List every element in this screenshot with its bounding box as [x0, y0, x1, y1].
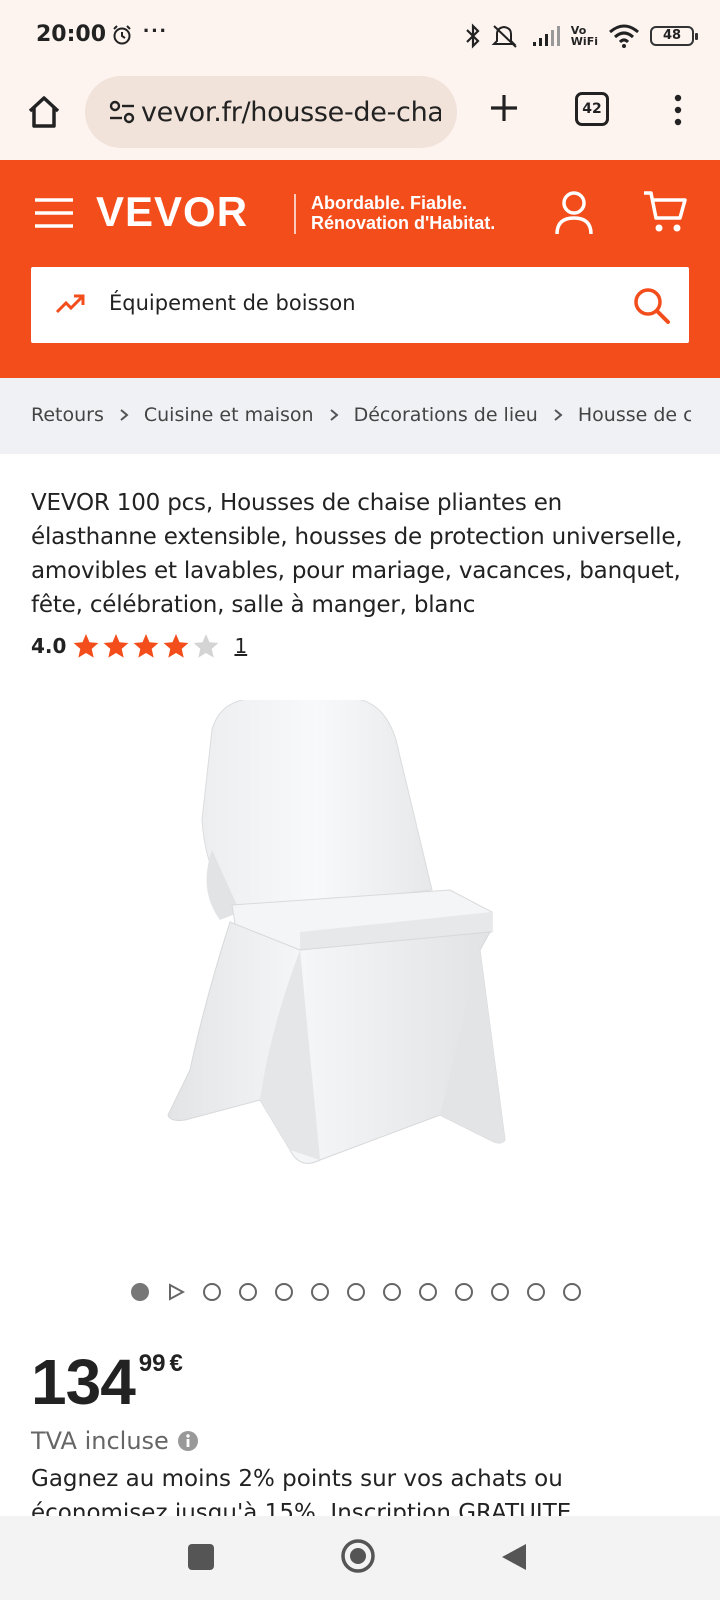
product-rating[interactable]: 4.0 1 [31, 632, 247, 660]
browser-toolbar: vevor.fr/housse-de-cha 42 [0, 72, 720, 160]
breadcrumb-item-retours[interactable]: Retours [31, 404, 104, 426]
price-currency: € [169, 1350, 183, 1377]
price-integer: 134 [31, 1346, 136, 1418]
trending-icon [55, 294, 85, 314]
star-filled-icon [164, 634, 189, 658]
chevron-right-icon [329, 409, 339, 421]
star-filled-icon [104, 634, 129, 658]
carousel-dot[interactable] [311, 1283, 329, 1301]
url-text[interactable]: vevor.fr/housse-de-cha [141, 97, 441, 128]
status-icons: Vo WiFi 48 [465, 20, 698, 52]
signal-icon [532, 26, 560, 46]
star-empty-icon [194, 634, 219, 658]
vowifi-line2: WiFi [570, 35, 598, 48]
carousel-dot[interactable] [455, 1283, 473, 1301]
rating-stars [72, 632, 220, 660]
tagline-line1: Abordable. Fiable. [311, 193, 468, 213]
vowifi-indicator: Vo WiFi [571, 25, 598, 47]
carousel-dot[interactable] [131, 1283, 149, 1301]
search-input[interactable]: Équipement de boisson [31, 267, 689, 343]
plus-icon[interactable] [487, 91, 521, 125]
product-image[interactable] [150, 700, 530, 1200]
carousel-dot[interactable] [383, 1283, 401, 1301]
wifi-icon [609, 24, 639, 48]
account-icon[interactable] [554, 190, 594, 236]
battery-icon: 48 [650, 26, 698, 46]
carousel-dot[interactable] [563, 1283, 581, 1301]
status-time: 20:00 [36, 22, 107, 47]
price: 134 99 € [31, 1350, 183, 1414]
product-title: VEVOR 100 pcs, Housses de chaise pliante… [31, 490, 683, 618]
bluetooth-icon [466, 23, 480, 49]
carousel-dot[interactable] [203, 1283, 221, 1301]
carousel-dots [131, 1282, 599, 1302]
mute-icon [491, 25, 517, 48]
cart-icon[interactable] [642, 190, 688, 234]
back-icon[interactable] [500, 1542, 528, 1572]
address-bar[interactable]: vevor.fr/housse-de-cha [85, 76, 457, 148]
recent-apps-icon[interactable] [188, 1544, 214, 1570]
star-filled-icon [74, 634, 99, 658]
breadcrumb-item-decorations[interactable]: Décorations de lieu [354, 404, 538, 426]
breadcrumb: Retours Cuisine et maison Décorations de… [0, 378, 720, 454]
info-icon[interactable] [177, 1430, 199, 1452]
tabs-icon[interactable]: 42 [575, 92, 609, 126]
home-circle-icon[interactable] [340, 1538, 376, 1574]
vevor-logo[interactable]: VEVOR [96, 188, 248, 236]
carousel-dot[interactable] [527, 1283, 545, 1301]
carousel-dot[interactable] [419, 1283, 437, 1301]
tagline-line2: Rénovation d'Habitat. [311, 213, 496, 233]
breadcrumb-item-housse[interactable]: Housse de chaise [578, 404, 691, 426]
breadcrumb-item-cuisine[interactable]: Cuisine et maison [144, 404, 314, 426]
star-filled-icon [134, 634, 159, 658]
kebab-menu-icon[interactable] [668, 90, 688, 130]
carousel-dot[interactable] [491, 1283, 509, 1301]
carousel-video-icon[interactable] [167, 1283, 185, 1301]
carousel-dot[interactable] [239, 1283, 257, 1301]
system-nav-bar [0, 1516, 720, 1600]
points-promo: Gagnez au moins 2% points sur vos achats… [31, 1466, 572, 1516]
vat-note: TVA incluse [31, 1427, 199, 1455]
chevron-right-icon [120, 409, 129, 421]
tagline: Abordable. Fiable. Rénovation d'Habitat. [311, 193, 495, 233]
rating-value: 4.0 [31, 634, 67, 658]
alarm-icon [113, 25, 131, 45]
status-bar: 20:00 ··· Vo WiFi 48 [0, 0, 720, 72]
carousel-dot[interactable] [347, 1283, 365, 1301]
carousel-dot[interactable] [275, 1283, 293, 1301]
price-decimal: 99 [138, 1350, 166, 1377]
hamburger-icon[interactable] [34, 196, 74, 230]
home-icon[interactable] [24, 92, 64, 132]
vat-text: TVA incluse [31, 1427, 169, 1455]
chevron-right-icon [554, 409, 563, 421]
status-more-indicator: ··· [143, 18, 168, 43]
search-icon[interactable] [631, 285, 671, 325]
site-header: VEVOR Abordable. Fiable. Rénovation d'Ha… [0, 160, 720, 378]
logo-divider [294, 194, 296, 234]
search-suggestion[interactable]: Équipement de boisson [109, 291, 356, 315]
site-settings-icon[interactable] [109, 100, 135, 124]
review-count-link[interactable]: 1 [234, 634, 247, 658]
